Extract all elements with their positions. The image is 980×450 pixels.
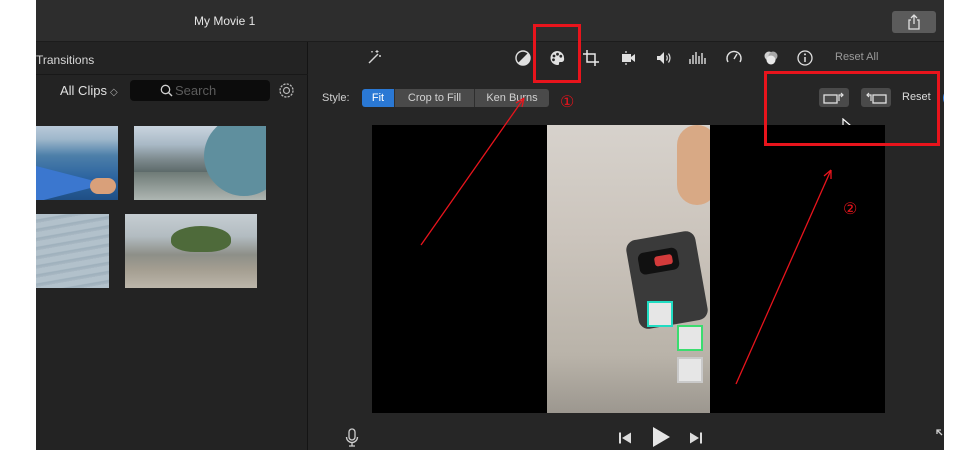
- annotation-arrows: [420, 97, 832, 385]
- annotation-box-crop-tool: [533, 24, 581, 83]
- annotation-marker-2: ②: [843, 199, 858, 218]
- annotation-marker-1: ①: [560, 92, 575, 111]
- annotation-box-rotate-controls: [764, 71, 940, 146]
